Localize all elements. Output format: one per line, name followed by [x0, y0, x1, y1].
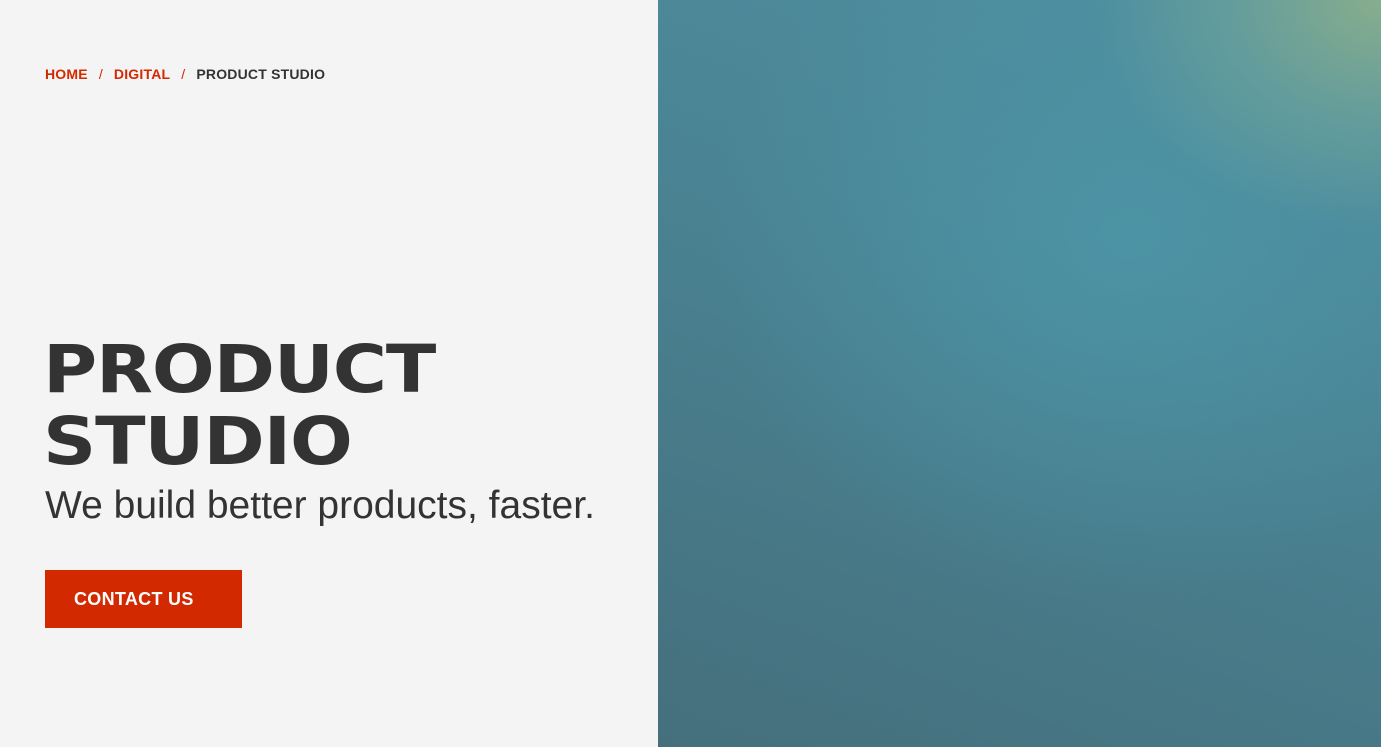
breadcrumb-link-digital[interactable]: DIGITAL [114, 66, 170, 82]
hero-image [658, 0, 1381, 747]
page-title-line-1: PRODUCT [43, 331, 436, 408]
breadcrumb-separator: / [181, 66, 186, 82]
breadcrumb-current: PRODUCT STUDIO [196, 66, 326, 82]
page-title-line-2: STUDIO [43, 403, 353, 480]
hero-content-panel: HOME / DIGITAL / PRODUCT STUDIO PRODUCT … [0, 0, 658, 747]
hero-subtitle: We build better products, faster. [45, 484, 595, 527]
page: HOME / DIGITAL / PRODUCT STUDIO PRODUCT … [0, 0, 1381, 747]
breadcrumb-separator: / [98, 66, 103, 82]
breadcrumb-link-home[interactable]: HOME [45, 66, 88, 82]
page-title: PRODUCT STUDIO [43, 331, 436, 480]
contact-us-button[interactable]: CONTACT US [45, 570, 242, 628]
breadcrumb: HOME / DIGITAL / PRODUCT STUDIO [45, 66, 325, 82]
